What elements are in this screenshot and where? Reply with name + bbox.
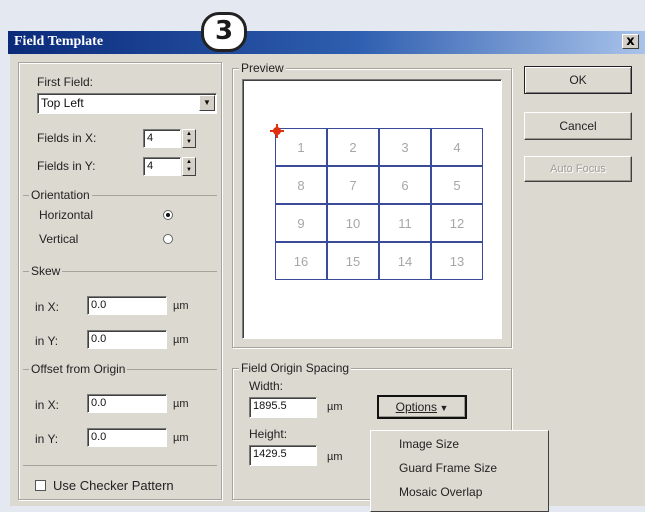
preview-canvas: 1 2 3 4 8 7 6 5 9 10 11 12 16 15 14 13: [242, 79, 502, 339]
height-input[interactable]: 1429.5: [249, 445, 317, 466]
horizontal-label: Horizontal: [39, 208, 94, 222]
preview-cell: 4: [431, 128, 483, 166]
first-field-value: Top Left: [41, 96, 84, 110]
preview-cell: 16: [275, 242, 327, 280]
menu-item-mosaic-overlap[interactable]: Mosaic Overlap: [399, 485, 482, 499]
fields-in-y-spinner[interactable]: ▲ ▼: [182, 157, 196, 176]
preview-cell: 10: [327, 204, 379, 242]
spacing-label: Field Origin Spacing: [239, 361, 352, 375]
left-panel: First Field: Top Left ▼ Fields in X: 4 ▲…: [18, 62, 222, 500]
skew-y-label: in Y:: [35, 334, 59, 348]
skew-x-unit: µm: [173, 300, 189, 312]
vertical-radio[interactable]: [163, 234, 173, 244]
height-unit: µm: [327, 451, 343, 463]
fields-in-x-input[interactable]: 4: [143, 129, 181, 148]
skew-y-unit: µm: [173, 334, 189, 346]
preview-grid: 1 2 3 4 8 7 6 5 9 10 11 12 16 15 14 13: [275, 128, 483, 280]
dialog-body: First Field: Top Left ▼ Fields in X: 4 ▲…: [10, 54, 645, 512]
ok-button[interactable]: OK: [524, 66, 632, 94]
preview-label: Preview: [239, 61, 286, 75]
step-number-badge: 3: [201, 12, 247, 52]
offset-y-label: in Y:: [35, 432, 59, 446]
options-button-label: Options: [395, 400, 437, 414]
preview-cell: 7: [327, 166, 379, 204]
skew-y-input[interactable]: 0.0: [87, 330, 167, 349]
options-dropdown-icon: ▼: [436, 403, 449, 413]
options-button[interactable]: Options ▼: [377, 395, 467, 419]
height-label: Height:: [249, 427, 288, 441]
window-title: Field Template: [14, 34, 104, 49]
preview-cell: 9: [275, 204, 327, 242]
menu-item-guard-frame-size[interactable]: Guard Frame Size: [399, 461, 497, 475]
skew-group: Skew in X: 0.0 µm in Y: 0.0 µm: [23, 264, 217, 368]
skew-x-label: in X:: [35, 300, 60, 314]
width-unit: µm: [327, 401, 343, 413]
orientation-group: Orientation Horizontal Vertical: [23, 188, 217, 272]
horizontal-radio[interactable]: [163, 210, 173, 220]
offset-y-unit: µm: [173, 432, 189, 444]
preview-cell: 12: [431, 204, 483, 242]
preview-cell: 1: [275, 128, 327, 166]
offset-x-input[interactable]: 0.0: [87, 394, 167, 413]
preview-group: Preview 1 2 3 4 8 7 6 5 9 10 11 12 16 15 14 13: [232, 61, 512, 348]
preview-cell: 13: [431, 242, 483, 280]
chevron-down-icon[interactable]: ▼: [199, 95, 215, 111]
origin-marker-icon: [273, 127, 281, 135]
first-field-select[interactable]: Top Left ▼: [37, 93, 217, 114]
width-label: Width:: [249, 379, 284, 393]
first-field-label: First Field:: [37, 75, 94, 89]
checker-row: Use Checker Pattern: [23, 465, 217, 498]
fields-in-x-label: Fields in X:: [37, 131, 97, 145]
preview-cell: 8: [275, 166, 327, 204]
use-checker-checkbox[interactable]: [35, 480, 46, 491]
options-menu: Image Size Guard Frame Size Mosaic Overl…: [370, 430, 549, 512]
preview-cell: 6: [379, 166, 431, 204]
preview-cell: 3: [379, 128, 431, 166]
offset-x-label: in X:: [35, 398, 60, 412]
use-checker-label: Use Checker Pattern: [53, 478, 174, 493]
fields-in-x-spinner[interactable]: ▲ ▼: [182, 129, 196, 148]
preview-cell: 2: [327, 128, 379, 166]
menu-item-image-size[interactable]: Image Size: [399, 437, 459, 451]
offset-label: Offset from Origin: [29, 362, 128, 376]
skew-x-input[interactable]: 0.0: [87, 296, 167, 315]
offset-y-input[interactable]: 0.0: [87, 428, 167, 447]
skew-label: Skew: [29, 264, 63, 278]
fields-in-y-label: Fields in Y:: [37, 159, 96, 173]
width-input[interactable]: 1895.5: [249, 397, 317, 418]
preview-cell: 5: [431, 166, 483, 204]
close-button[interactable]: x: [622, 34, 639, 49]
offset-group: Offset from Origin in X: 0.0 µm in Y: 0.…: [23, 362, 217, 466]
cancel-button[interactable]: Cancel: [524, 112, 632, 140]
fields-in-y-input[interactable]: 4: [143, 157, 181, 176]
vertical-label: Vertical: [39, 232, 79, 246]
preview-cell: 14: [379, 242, 431, 280]
orientation-label: Orientation: [29, 188, 92, 202]
title-bar: Field Template x: [8, 31, 645, 54]
preview-cell: 15: [327, 242, 379, 280]
offset-x-unit: µm: [173, 398, 189, 410]
auto-focus-button[interactable]: Auto Focus: [524, 156, 632, 182]
preview-cell: 11: [379, 204, 431, 242]
